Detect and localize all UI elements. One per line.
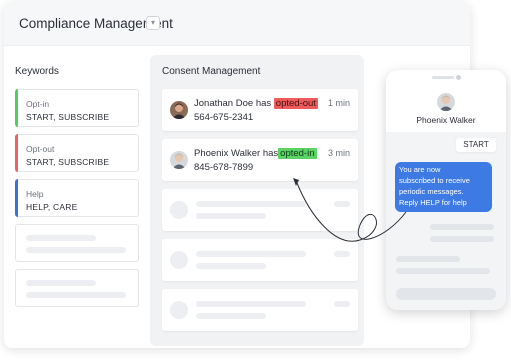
connector-arrow — [293, 178, 407, 242]
